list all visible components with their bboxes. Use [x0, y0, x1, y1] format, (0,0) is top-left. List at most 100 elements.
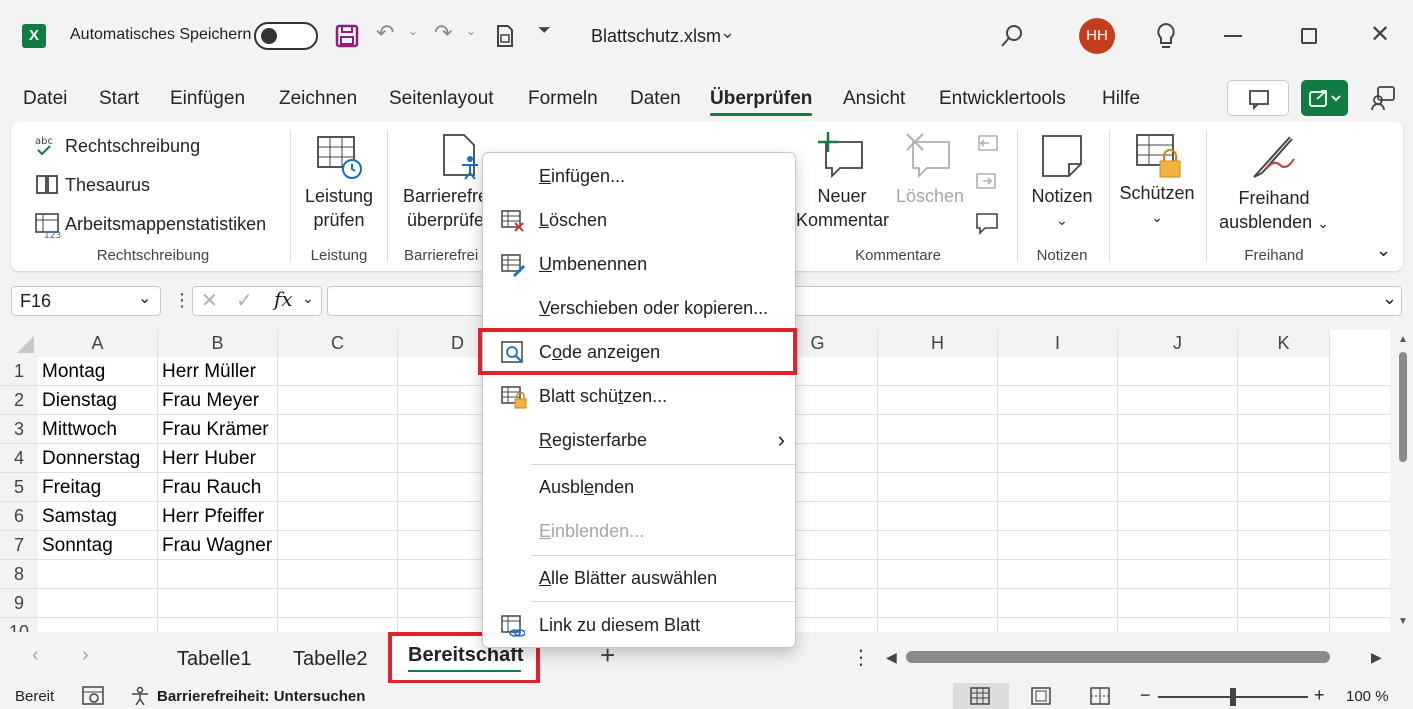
cell-b9[interactable] [158, 589, 278, 618]
undo-dropdown-icon[interactable]: ⌄ [408, 24, 418, 38]
fx-dropdown-icon[interactable]: ⌄ [302, 290, 314, 307]
scroll-up-icon[interactable]: ▲ [1398, 334, 1408, 345]
hide-ink-button[interactable]: Freihand ausblenden ⌄ [1216, 186, 1332, 235]
tab-entwicklertools[interactable]: Entwicklertools [939, 88, 1066, 110]
tab-start[interactable]: Start [99, 88, 139, 110]
cell-a4[interactable]: Donnerstag [38, 444, 158, 473]
copilot-icon[interactable] [1370, 84, 1396, 112]
close-icon[interactable]: ✕ [1370, 20, 1390, 49]
vertical-scrollbar[interactable]: ▲ ▼ [1394, 330, 1413, 632]
delete-comment-button[interactable]: Löschen [894, 184, 966, 208]
cell-a1[interactable]: Montag [38, 357, 158, 386]
vertical-scroll-thumb[interactable] [1399, 352, 1407, 462]
redo-icon[interactable]: ↷ [434, 20, 452, 46]
save-icon[interactable] [335, 24, 359, 48]
tab-hilfe[interactable]: Hilfe [1102, 88, 1140, 110]
menu-item-loeschen[interactable]: Löschen [483, 199, 797, 243]
zoom-level[interactable]: 100 % [1346, 688, 1389, 705]
redo-dropdown-icon[interactable]: ⌄ [466, 24, 476, 38]
accessibility-icon[interactable] [130, 686, 150, 706]
autosave-toggle[interactable] [254, 22, 318, 50]
customize-toolbar-icon[interactable]: ⏷ [538, 22, 551, 40]
cell-b6[interactable]: Herr Pfeiffer [158, 502, 278, 531]
column-header-k[interactable]: K [1238, 330, 1330, 357]
horizontal-scroll-thumb[interactable] [906, 651, 1330, 663]
cell-a9[interactable] [38, 589, 158, 618]
show-comments-icon[interactable] [975, 212, 999, 236]
menu-item-blatt-schuetzen[interactable]: Blatt schützen... [483, 375, 797, 419]
cell-a2[interactable]: Dienstag [38, 386, 158, 415]
tab-seitenlayout[interactable]: Seitenlayout [389, 88, 494, 110]
undo-icon[interactable]: ↶ [376, 20, 394, 46]
menu-item-einfuegen[interactable]: Einfügen... [483, 155, 797, 199]
cell-a10[interactable] [38, 618, 158, 632]
workbook-stats-button[interactable]: Arbeitsmappenstatistiken [65, 214, 266, 235]
menu-item-link[interactable]: Link zu diesem Blatt [483, 604, 797, 648]
column-header-h[interactable]: H [878, 330, 998, 357]
next-comment-icon[interactable] [975, 172, 999, 194]
row-header[interactable]: 5 [0, 473, 38, 502]
lightbulb-icon[interactable] [1155, 22, 1177, 50]
previous-comment-icon[interactable] [975, 134, 999, 156]
scroll-down-icon[interactable]: ▼ [1398, 616, 1408, 627]
previous-sheet-icon[interactable]: ‹ [32, 644, 39, 667]
cell-a8[interactable] [38, 560, 158, 589]
name-box-dropdown-icon[interactable]: ⌄ [138, 288, 151, 308]
accessibility-status[interactable]: Barrierefreiheit: Untersuchen [157, 688, 365, 705]
cell-a7[interactable]: Sonntag [38, 531, 158, 560]
row-header[interactable]: 1 [0, 357, 38, 386]
print-preview-icon[interactable] [494, 24, 516, 48]
confirm-entry-icon[interactable]: ✓ [236, 288, 253, 313]
cell-b3[interactable]: Frau Krämer [158, 415, 278, 444]
insert-function-icon[interactable]: fx [274, 287, 293, 311]
tab-datei[interactable]: Datei [23, 88, 67, 110]
menu-item-verschieben[interactable]: Verschieben oder kopieren... [483, 287, 797, 331]
tab-formeln[interactable]: Formeln [528, 88, 598, 110]
cell-b2[interactable]: Frau Meyer [158, 386, 278, 415]
column-header-b[interactable]: B [158, 330, 278, 357]
menu-item-umbenennen[interactable]: Umbenennen [483, 243, 797, 287]
filename-chevron-icon[interactable]: ⌄ [720, 22, 735, 43]
tab-zeichnen[interactable]: Zeichnen [279, 88, 357, 110]
sheet-tab-tabelle2[interactable]: Tabelle2 [293, 648, 368, 671]
cell-a6[interactable]: Samstag [38, 502, 158, 531]
minimize-icon[interactable] [1224, 35, 1242, 37]
menu-item-alle-blaetter[interactable]: Alle Blätter auswählen [483, 557, 797, 601]
row-header[interactable]: 4 [0, 444, 38, 473]
row-header[interactable]: 3 [0, 415, 38, 444]
more-options-icon[interactable]: ⋮ [173, 290, 191, 311]
sheet-tab-tabelle1[interactable]: Tabelle1 [177, 648, 252, 671]
page-layout-view-icon[interactable] [1031, 687, 1051, 705]
notes-button[interactable]: Notizen ⌄ [1026, 184, 1098, 232]
zoom-out-icon[interactable]: − [1140, 685, 1151, 706]
cell-b7[interactable]: Frau Wagner [158, 531, 278, 560]
search-icon[interactable] [1000, 24, 1024, 48]
comments-button[interactable] [1227, 80, 1289, 116]
row-header[interactable]: 8 [0, 560, 38, 589]
column-header-j[interactable]: J [1118, 330, 1238, 357]
zoom-in-icon[interactable]: + [1314, 685, 1325, 706]
row-header[interactable]: 6 [0, 502, 38, 531]
cell-b4[interactable]: Herr Huber [158, 444, 278, 473]
sheet-options-icon[interactable]: ⋮ [851, 645, 871, 670]
column-header-c[interactable]: C [278, 330, 398, 357]
row-header[interactable]: 7 [0, 531, 38, 560]
maximize-icon[interactable] [1301, 28, 1317, 44]
column-header-i[interactable]: I [998, 330, 1118, 357]
page-break-view-icon[interactable] [1090, 687, 1110, 705]
menu-item-registerfarbe[interactable]: Registerfarbe › [483, 419, 797, 463]
protect-button[interactable]: Schützen ⌄ [1118, 181, 1196, 229]
macro-record-icon[interactable] [82, 686, 104, 706]
new-comment-button[interactable]: Neuer Kommentar [796, 184, 889, 232]
cancel-entry-icon[interactable]: ✕ [201, 288, 218, 313]
scroll-left-icon[interactable]: ◀ [886, 649, 897, 666]
cell-a5[interactable]: Freitag [38, 473, 158, 502]
normal-view-icon[interactable] [970, 687, 990, 705]
share-button[interactable] [1301, 80, 1348, 116]
cell-a3[interactable]: Mittwoch [38, 415, 158, 444]
avatar[interactable]: HH [1079, 18, 1115, 54]
tab-ueberpruefen[interactable]: Überprüfen [710, 88, 813, 116]
cell-b10[interactable] [158, 618, 278, 632]
check-accessibility-button[interactable]: Barrierefrei überprüfe [398, 184, 482, 232]
tab-einfuegen[interactable]: Einfügen [170, 88, 245, 110]
